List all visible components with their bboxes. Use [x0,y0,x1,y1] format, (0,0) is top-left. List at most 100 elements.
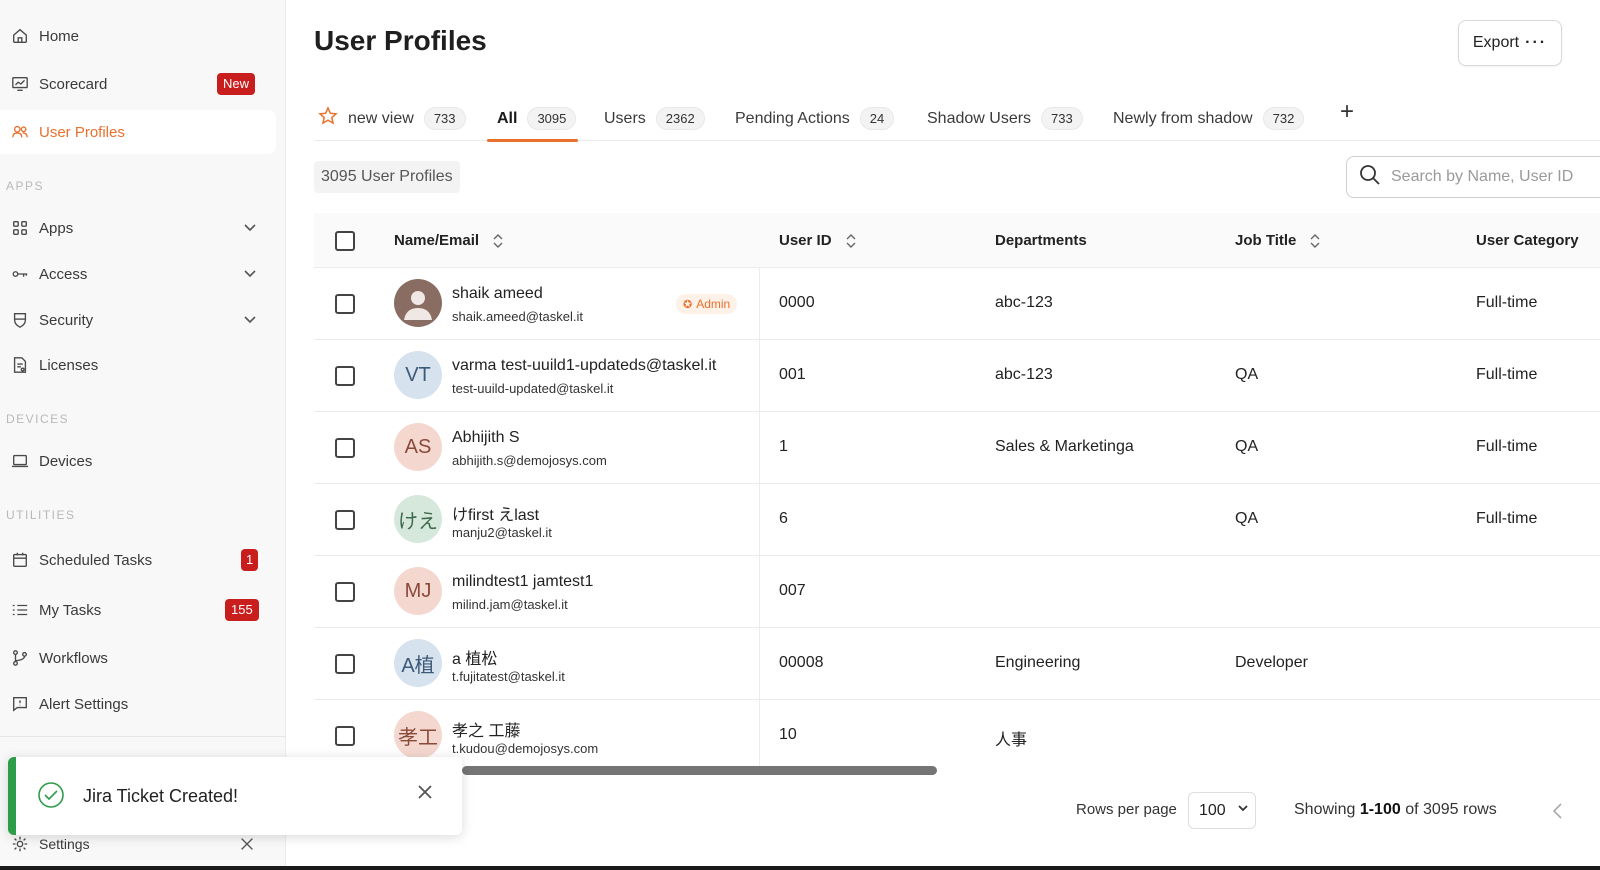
sidebar-item-label: Scorecard [39,75,108,93]
tab-newly-from-shadow[interactable]: Newly from shadow 732 [1113,96,1305,141]
sidebar-item-scheduled-tasks[interactable]: Scheduled Tasks 1 [0,538,276,582]
sidebar-item-security[interactable]: Security [0,298,276,342]
user-name[interactable]: shaik ameed [452,285,543,303]
sidebar-item-my-tasks[interactable]: My Tasks 155 [0,588,276,632]
close-icon[interactable] [416,783,438,805]
row-checkbox[interactable] [335,294,355,314]
column-label: Job Title [1235,232,1297,249]
column-header-job-title[interactable]: Job Title [1235,213,1322,268]
rows-per-page-select[interactable]: 100 [1188,792,1256,829]
sidebar-item-licenses[interactable]: Licenses [0,343,276,387]
rows-per-page-label: Rows per page [1076,801,1177,818]
tab-label: Users [604,109,646,127]
showing-suffix: of 3095 rows [1400,801,1497,818]
gear-icon [10,834,30,854]
row-checkbox[interactable] [335,654,355,674]
category-cell: Full-time [1476,510,1538,527]
avatar: A植 [394,639,442,687]
column-header-user-id[interactable]: User ID [779,213,858,268]
tab-shadow-users[interactable]: Shadow Users 733 [927,96,1083,141]
sidebar-item-label: My Tasks [39,601,102,619]
tab-new-view[interactable]: new view 733 [318,96,466,141]
table-row[interactable]: MJ milindtest1 jamtest1 milind.jam@taske… [314,556,1600,628]
sort-icon[interactable] [491,233,505,249]
row-checkbox[interactable] [335,366,355,386]
user-id-cell: 007 [779,582,806,599]
sort-icon[interactable] [1308,233,1322,249]
sidebar-item-label: Scheduled Tasks [39,551,153,569]
user-name[interactable]: milindtest1 jamtest1 [452,573,593,591]
column-header-name[interactable]: Name/Email [394,213,505,268]
tab-pending-actions[interactable]: Pending Actions 24 [735,96,895,141]
search-box[interactable] [1346,156,1600,198]
column-label: Departments [995,232,1087,249]
row-checkbox[interactable] [335,510,355,530]
sidebar-item-scorecard[interactable]: Scorecard New [0,62,276,106]
add-tab-button[interactable]: + [1340,98,1354,126]
section-label-apps: APPS [6,179,45,193]
table-row[interactable]: けえ けfirst えlast manju2@taskel.it 6 QA Fu… [314,484,1600,556]
sidebar-item-label: User Profiles [39,123,125,141]
tab-all[interactable]: All 3095 [486,96,579,142]
sidebar-item-label: Settings [39,836,90,852]
chevron-down-icon[interactable] [242,219,260,237]
sidebar-item-alert-settings[interactable]: Alert Settings [0,682,276,726]
table-row[interactable]: A植 a 植松 t.fujitatest@taskel.it 00008 Eng… [314,628,1600,700]
user-email: shaik.ameed@taskel.it [452,309,583,324]
tab-count: 24 [859,107,895,130]
sidebar-item-user-profiles[interactable]: User Profiles [0,110,276,154]
column-header-category[interactable]: User Category [1476,213,1579,268]
chevron-down-icon[interactable] [242,265,260,283]
sidebar-item-apps[interactable]: Apps [0,206,276,250]
calendar-icon [10,550,30,570]
sidebar-item-access[interactable]: Access [0,252,276,296]
prev-page-icon[interactable] [1550,800,1568,822]
sort-icon[interactable] [844,233,858,249]
search-input[interactable] [1391,168,1600,186]
table-row[interactable]: AS Abhijith S abhijith.s@demojosys.com 1… [314,412,1600,484]
column-label: Name/Email [394,232,480,249]
tab-count: 3095 [527,107,577,130]
user-name[interactable]: 孝之 工藤 [452,717,520,741]
row-checkbox[interactable] [335,438,355,458]
home-icon [10,26,30,46]
rows-per-page-value: 100 [1199,801,1226,819]
table-row[interactable]: VT varma test-uuild1-updateds@taskel.it … [314,340,1600,412]
sidebar-item-devices[interactable]: Devices [0,439,276,483]
export-button[interactable]: Export ··· [1458,20,1562,66]
department-cell: 人事 [995,732,1028,749]
pagination-summary: Showing 1-100 of 3095 rows [1294,801,1497,819]
user-table: Name/Email User ID Departments Job Title… [314,213,1600,766]
tab-count: 733 [1041,107,1083,130]
column-label: User Category [1476,232,1579,249]
select-all-checkbox[interactable] [335,231,355,251]
tab-count: 732 [1262,107,1305,130]
chevron-down-icon [1236,801,1250,820]
user-name[interactable]: a 植松 [452,645,497,669]
tab-label: Newly from shadow [1113,109,1253,127]
tab-count: 733 [423,107,466,130]
sidebar-item-label: Workflows [39,649,108,667]
collapse-sidebar-icon[interactable] [238,835,256,857]
horizontal-scrollbar[interactable] [462,766,937,775]
sidebar-item-workflows[interactable]: Workflows [0,636,276,680]
row-checkbox[interactable] [335,726,355,746]
row-checkbox[interactable] [335,582,355,602]
sidebar: Home Scorecard New User Profiles APPS Ap… [0,0,286,866]
user-name[interactable]: けfirst えlast [452,501,539,525]
check-circle-icon [36,780,66,810]
user-name[interactable]: varma test-uuild1-updateds@taskel.it [452,357,716,375]
grid-icon [10,218,30,238]
sidebar-item-label: Apps [39,219,74,237]
tab-users[interactable]: Users 2362 [604,96,705,141]
chevron-down-icon[interactable] [242,311,260,329]
section-label-devices: DEVICES [6,412,70,426]
column-header-departments[interactable]: Departments [995,213,1087,268]
user-id-cell: 1 [779,438,788,455]
table-row[interactable]: shaik ameed shaik.ameed@taskel.it ✪ Admi… [314,268,1600,340]
star-icon[interactable] [318,106,338,131]
sidebar-item-home[interactable]: Home [0,14,276,58]
user-name[interactable]: Abhijith S [452,429,520,447]
view-tabs: new view 733 All 3095 Users 2362 Pending… [314,96,1600,142]
table-row[interactable]: 孝工 孝之 工藤 t.kudou@demojosys.com 10 人事 [314,700,1600,766]
